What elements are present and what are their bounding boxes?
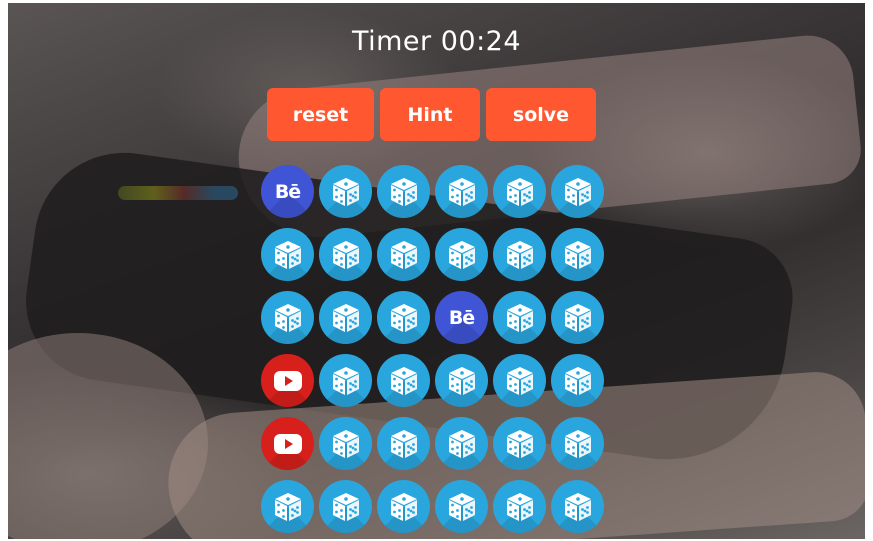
youtube-icon: [273, 433, 302, 454]
timer-display: Timer 00:24: [351, 26, 522, 57]
dice-icon: [448, 240, 475, 269]
board-tile-dice[interactable]: [551, 165, 604, 218]
dice-icon: [274, 303, 301, 332]
dice-icon: [564, 366, 591, 395]
board-tile-dice[interactable]: [261, 228, 314, 281]
dice-icon: [332, 429, 359, 458]
board-tile-youtube[interactable]: [261, 417, 314, 470]
dice-icon: [506, 492, 533, 521]
board-tile-dice[interactable]: [261, 480, 314, 533]
dice-icon: [390, 240, 417, 269]
board-tile-behance[interactable]: Bē: [435, 291, 488, 344]
control-buttons: reset Hint solve: [267, 88, 596, 141]
dice-icon: [390, 492, 417, 521]
dice-icon: [506, 177, 533, 206]
dice-icon: [564, 492, 591, 521]
board-tile-dice[interactable]: [377, 165, 430, 218]
board-tile-dice[interactable]: [435, 480, 488, 533]
dice-icon: [332, 303, 359, 332]
behance-icon: Bē: [448, 306, 475, 329]
board-tile-dice[interactable]: [435, 228, 488, 281]
board-tile-dice[interactable]: [377, 354, 430, 407]
board-tile-dice[interactable]: [493, 228, 546, 281]
solve-button[interactable]: solve: [486, 88, 596, 141]
dice-icon: [390, 366, 417, 395]
dice-icon: [448, 177, 475, 206]
dice-icon: [332, 177, 359, 206]
dice-icon: [274, 492, 301, 521]
dice-icon: [564, 240, 591, 269]
youtube-icon: [273, 370, 302, 391]
board-tile-dice[interactable]: [435, 354, 488, 407]
dice-icon: [564, 177, 591, 206]
board-tile-dice[interactable]: [319, 417, 372, 470]
dice-icon: [506, 429, 533, 458]
board-tile-dice[interactable]: [493, 354, 546, 407]
dice-icon: [390, 429, 417, 458]
board-tile-dice[interactable]: [377, 480, 430, 533]
dice-icon: [506, 240, 533, 269]
dice-icon: [448, 492, 475, 521]
board-tile-dice[interactable]: [319, 228, 372, 281]
board-tile-dice[interactable]: [551, 354, 604, 407]
dice-icon: [332, 240, 359, 269]
board-tile-behance[interactable]: Bē: [261, 165, 314, 218]
board-tile-dice[interactable]: [319, 165, 372, 218]
behance-icon: Bē: [274, 180, 301, 203]
dice-icon: [506, 366, 533, 395]
board-tile-dice[interactable]: [435, 165, 488, 218]
board-tile-dice[interactable]: [261, 291, 314, 344]
dice-icon: [390, 303, 417, 332]
dice-icon: [274, 240, 301, 269]
dice-icon: [332, 366, 359, 395]
board-tile-dice[interactable]: [435, 417, 488, 470]
board-tile-dice[interactable]: [319, 291, 372, 344]
board-tile-dice[interactable]: [493, 165, 546, 218]
dice-icon: [332, 492, 359, 521]
board-tile-dice[interactable]: [551, 480, 604, 533]
dice-icon: [390, 177, 417, 206]
hint-button[interactable]: Hint: [380, 88, 480, 141]
board-tile-dice[interactable]: [493, 417, 546, 470]
board-tile-dice[interactable]: [377, 228, 430, 281]
board-tile-dice[interactable]: [551, 417, 604, 470]
dice-icon: [564, 303, 591, 332]
board-tile-dice[interactable]: [551, 228, 604, 281]
background-controller-buttons: [118, 186, 238, 200]
dice-icon: [448, 429, 475, 458]
board-tile-dice[interactable]: [493, 291, 546, 344]
board-tile-dice[interactable]: [377, 417, 430, 470]
reset-button[interactable]: reset: [267, 88, 374, 141]
board-tile-youtube[interactable]: [261, 354, 314, 407]
board-tile-dice[interactable]: [551, 291, 604, 344]
dice-icon: [506, 303, 533, 332]
board-tile-dice[interactable]: [493, 480, 546, 533]
board-tile-dice[interactable]: [319, 354, 372, 407]
board-tile-dice[interactable]: [319, 480, 372, 533]
dice-icon: [448, 366, 475, 395]
board-tile-dice[interactable]: [377, 291, 430, 344]
dice-icon: [564, 429, 591, 458]
tile-board: Bē Bē: [261, 165, 604, 533]
